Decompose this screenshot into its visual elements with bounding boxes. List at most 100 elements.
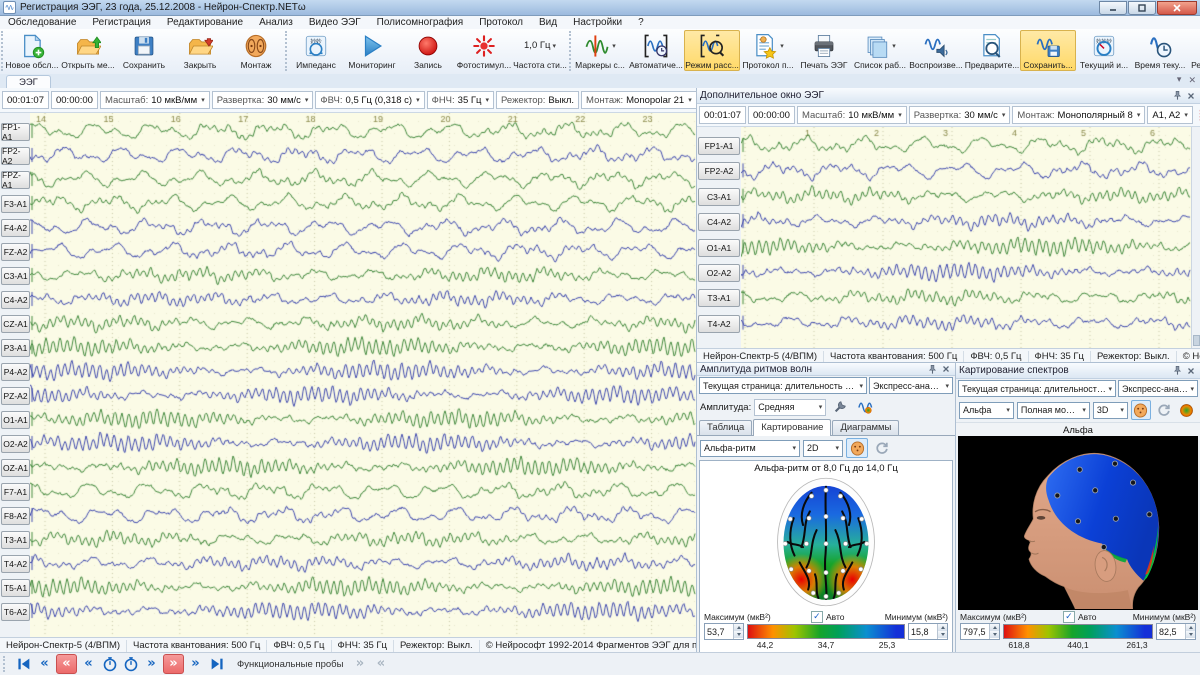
toolbar-button-play[interactable]: Мониторинг [344,30,400,71]
head-3d-view[interactable] [958,436,1198,610]
page-back-fast-button[interactable]: « [35,655,54,673]
brain-topography-map[interactable] [700,474,952,610]
menu-item-8[interactable]: Настройки [565,16,630,29]
toolbar-button-wave-sound[interactable]: Воспроизве... [908,30,964,71]
eeg-field-3[interactable]: Развертка:30 мм/с▾ [909,106,1011,124]
skip-first-button[interactable] [14,655,33,673]
min-spinner[interactable]: 15,8 [908,623,948,640]
menu-item-7[interactable]: Вид [531,16,565,29]
pin-icon[interactable] [1171,365,1184,377]
toolbar-button-montage-head[interactable]: Монтаж [228,30,284,71]
toolbar-button-wave-save[interactable]: Сохранить... [1020,30,1076,71]
toolbar-button-wave-marker[interactable]: ▾Маркеры с... [572,30,628,71]
main-eeg-traces[interactable] [30,113,696,637]
refresh-button[interactable] [1154,400,1174,420]
additional-eeg-traces[interactable] [741,127,1191,348]
view-2d-select[interactable]: 2D▾ [803,440,843,457]
rhythm-wave-icon[interactable] [854,397,876,417]
close-button[interactable] [1157,1,1197,15]
toolbar-button-folder-close[interactable]: Закрыть [172,30,228,71]
eeg-field-0[interactable]: 00:01:07 [699,106,746,124]
minimize-button[interactable] [1099,1,1127,15]
min-spinner[interactable]: 82,5 [1156,623,1196,640]
settings-wrench-icon[interactable] [829,397,851,417]
eeg-field-0[interactable]: 00:01:07 [2,91,49,109]
tabstrip-close-icon[interactable]: ✕ [1188,75,1196,86]
toolbar-button-gauge[interactable]: Текущий и... [1076,30,1132,71]
eeg-field-2[interactable]: Масштаб:10 мкВ/мм▾ [797,106,907,124]
refresh-button[interactable] [871,438,893,458]
menu-item-1[interactable]: Регистрация [84,16,158,29]
eeg-field-7[interactable]: Монтаж:Monopolar 21▾ [581,91,697,109]
toolbar-button-wave-review[interactable]: Режим расс... [684,30,740,71]
pin-icon[interactable] [926,363,939,375]
page-select[interactable]: Текущая страница: длительность 9,4 с▾ [699,377,867,394]
toolbar-button-doc-new[interactable]: Новое обсл... [4,30,60,71]
toolbar-button-photostim[interactable]: Фотостимул... [456,30,512,71]
page-forward-marked-button[interactable]: » [163,654,184,674]
menu-item-3[interactable]: Анализ [251,16,301,29]
rhythm-select[interactable]: Альфа▾ [959,402,1014,419]
additional-eeg-chart[interactable]: FP1-A1FP2-A2C3-A1C4-A2O1-A1O2-A2T3-A1T4-… [697,127,1200,348]
timer-forward-button[interactable] [121,655,140,673]
eeg-field-5[interactable]: ФНЧ:35 Гц▾ [427,91,494,109]
timer-back-button[interactable] [100,655,119,673]
toolbar-button-record[interactable]: Запись [400,30,456,71]
toolbar-button-impedance[interactable]: Импеданс [288,30,344,71]
probe-prev-button[interactable]: « [371,655,390,673]
tab-1[interactable]: Картирование [753,419,831,436]
eeg-field-3[interactable]: Развертка:30 мм/с▾ [212,91,314,109]
close-icon[interactable] [1184,90,1197,102]
auto-checkbox[interactable]: ✓ [1063,611,1075,623]
menu-item-0[interactable]: Обследование [0,16,84,29]
eeg-field-2[interactable]: Масштаб:10 мкВ/мм▾ [100,91,210,109]
auto-checkbox[interactable]: ✓ [811,611,823,623]
eeg-field-4[interactable]: Монтаж:Монополярный 8▾ [1012,106,1145,124]
spectrum-sphere-icon[interactable] [1177,400,1197,420]
page-forward-button[interactable]: » [142,655,161,673]
probe-next-button[interactable]: » [350,655,369,673]
tabstrip-menu-icon[interactable]: ▾ [1177,75,1182,86]
rhythm-select[interactable]: Альфа-ритм▾ [700,440,800,457]
eeg-field-1[interactable]: 00:00:00 [748,106,795,124]
head-map-button[interactable] [1131,400,1151,420]
toolbar-button-freq[interactable]: 1,0 Гц▾Частота сти... [512,30,568,71]
page-back-marked-button[interactable]: « [56,654,77,674]
menu-item-5[interactable]: Полисомнография [369,16,472,29]
toolbar-button-print[interactable]: Печать ЭЭГ [796,30,852,71]
page-back-button[interactable]: « [79,655,98,673]
analysis-mode-select[interactable]: Экспресс-анализ▾ [1118,380,1198,397]
head-map-button[interactable] [846,438,868,458]
tab-0[interactable]: Таблица [699,420,752,435]
page-forward-fast-button[interactable]: » [186,655,205,673]
menu-item-9[interactable]: ? [630,16,652,29]
eeg-field-4[interactable]: ФВЧ:0,5 Гц (0,318 с)▾ [315,91,424,109]
toolbar-button-wave-auto[interactable]: Автоматиче... [628,30,684,71]
toolbar-button-worklist[interactable]: ▾Список раб... [852,30,908,71]
toolbar-button-wave-clock[interactable]: Время теку... [1132,30,1188,71]
power-select[interactable]: Полная мощно▾ [1017,402,1090,419]
close-icon[interactable] [939,363,952,375]
menu-item-6[interactable]: Протокол [471,16,531,29]
max-spinner[interactable]: 53,7 [704,623,744,640]
analysis-mode-select[interactable]: Экспресс-анализ▾ [869,377,953,394]
toolbar-button-save[interactable]: Сохранить [116,30,172,71]
skip-last-button[interactable] [207,655,226,673]
page-select[interactable]: Текущая страница: длительность 9,4 с▾ [958,380,1116,397]
view-3d-select[interactable]: 3D▾ [1093,402,1128,419]
eeg-field-1[interactable]: 00:00:00 [51,91,98,109]
eeg-field-5[interactable]: A1, A2▾ [1147,106,1193,124]
toolbar-button-protocol[interactable]: ▾Протокол п... [740,30,796,71]
menu-item-4[interactable]: Видео ЭЭГ [301,16,369,29]
tab-2[interactable]: Диаграммы [832,420,899,435]
pin-icon[interactable] [1171,90,1184,102]
close-icon[interactable] [1184,365,1197,377]
amplitude-select[interactable]: Средняя▾ [754,399,826,416]
main-eeg-chart[interactable]: FP1-A1FP2-A2FPZ-A1F3-A1F4-A2FZ-A2C3-A1C4… [0,113,696,637]
toolbar-button-modes[interactable]: Режим пер... [1188,30,1200,71]
maximize-button[interactable] [1128,1,1156,15]
toolbar-button-folder-open[interactable]: Открыть ме... [60,30,116,71]
vertical-scrollbar[interactable] [1191,127,1200,348]
tab-eeg[interactable]: ЭЭГ [6,75,51,89]
eeg-field-6[interactable]: Режектор:Выкл. [496,91,579,109]
